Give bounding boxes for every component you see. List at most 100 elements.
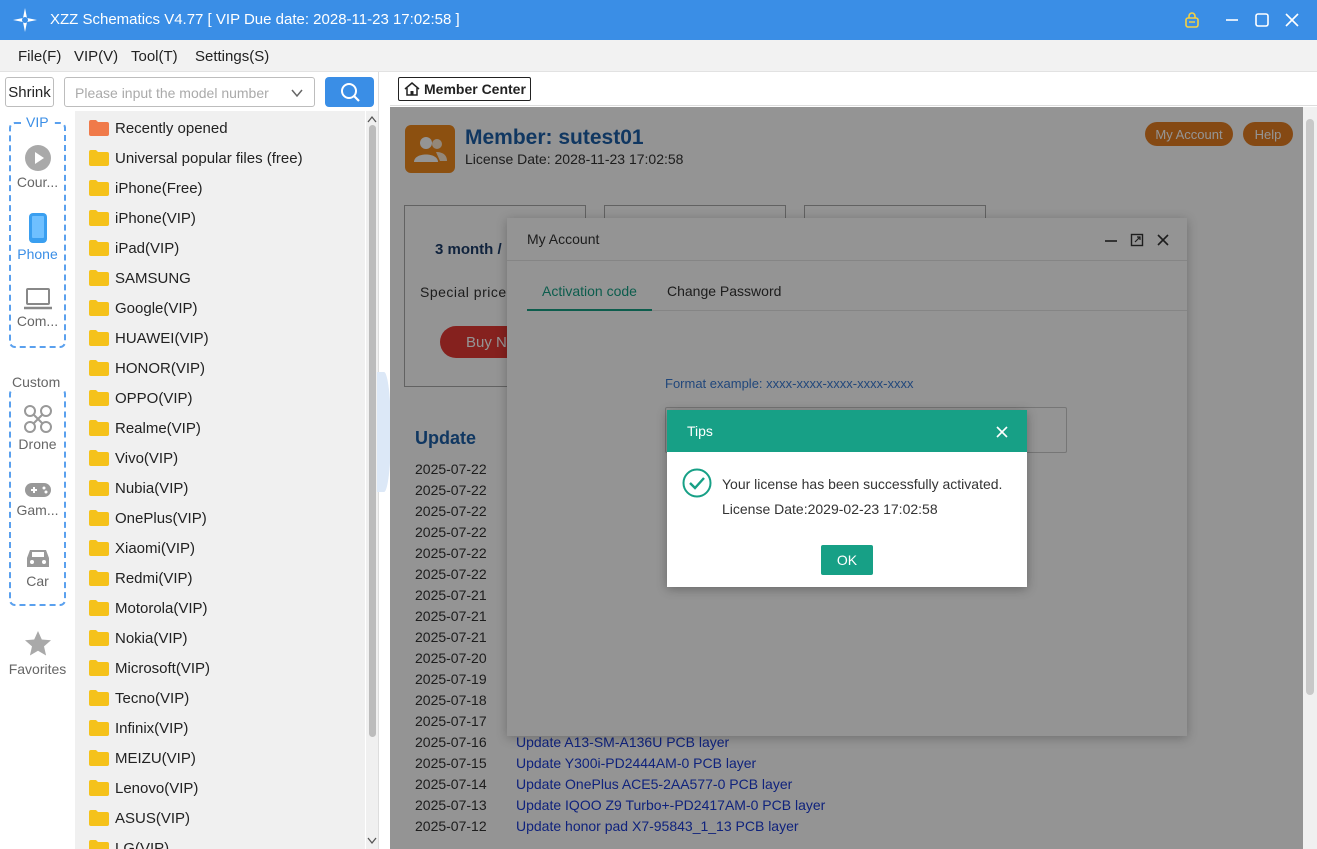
folder-icon xyxy=(89,240,109,256)
tips-message: Your license has been successfully activ… xyxy=(722,476,1003,492)
tree-item-label: iPad(VIP) xyxy=(115,239,180,257)
vip-group-label: VIP xyxy=(24,114,51,130)
maximize-icon[interactable] xyxy=(1250,8,1274,32)
ok-button[interactable]: OK xyxy=(821,545,873,575)
nav-item-drone[interactable]: Drone xyxy=(0,404,75,452)
tree-item-label: MEIZU(VIP) xyxy=(115,749,196,767)
folder-icon xyxy=(89,480,109,496)
tree-item-label: Redmi(VIP) xyxy=(115,569,193,587)
folder-icon xyxy=(89,420,109,436)
folder-icon xyxy=(89,330,109,346)
tips-close-icon[interactable] xyxy=(993,423,1011,441)
tree-item[interactable]: iPhone(VIP) xyxy=(89,203,196,233)
menu-file[interactable]: File(F) xyxy=(18,48,61,65)
folder-icon xyxy=(89,600,109,616)
folder-tree: Recently opened Universal popular files (… xyxy=(75,111,365,849)
nav-item-label: Gam... xyxy=(16,502,59,518)
tree-item[interactable]: MEIZU(VIP) xyxy=(89,743,196,773)
tree-item[interactable]: HUAWEI(VIP) xyxy=(89,323,209,353)
tree-item[interactable]: iPhone(Free) xyxy=(89,173,203,203)
folder-icon xyxy=(89,720,109,736)
nav-item-car[interactable]: Car xyxy=(0,545,75,589)
tab-member-center[interactable]: Member Center xyxy=(398,77,531,101)
tree-item[interactable]: Recently opened xyxy=(89,113,228,143)
tree-item[interactable]: iPad(VIP) xyxy=(89,233,179,263)
search-button[interactable] xyxy=(325,77,374,107)
folder-icon xyxy=(89,510,109,526)
nav-item-phone[interactable]: Phone xyxy=(0,212,75,262)
tree-item-label: Xiaomi(VIP) xyxy=(115,539,196,557)
nav-item-label: Phone xyxy=(17,246,58,262)
tree-item[interactable]: OnePlus(VIP) xyxy=(89,503,207,533)
tree-item-label: LG(VIP) xyxy=(115,839,170,849)
tree-item[interactable]: Nubia(VIP) xyxy=(89,473,188,503)
folder-icon xyxy=(89,690,109,706)
tree-item[interactable]: ASUS(VIP) xyxy=(89,803,190,833)
model-search-box[interactable] xyxy=(64,77,315,107)
scroll-down-icon[interactable] xyxy=(366,835,378,847)
collapse-handle[interactable] xyxy=(377,372,391,492)
menu-settings[interactable]: Settings(S) xyxy=(195,48,269,65)
tree-item-label: Tecno(VIP) xyxy=(115,689,190,707)
tree-item[interactable]: Vivo(VIP) xyxy=(89,443,178,473)
tree-item[interactable]: HONOR(VIP) xyxy=(89,353,205,383)
vip-lock-icon[interactable] xyxy=(1180,8,1204,32)
car-icon xyxy=(26,550,49,567)
star-icon xyxy=(24,631,51,656)
tree-item-label: HUAWEI(VIP) xyxy=(115,329,209,347)
tree-item[interactable]: Google(VIP) xyxy=(89,293,198,323)
app-logo-icon xyxy=(13,8,37,32)
tree-item[interactable]: Redmi(VIP) xyxy=(89,563,193,593)
tree-item[interactable]: Tecno(VIP) xyxy=(89,683,189,713)
nav-item-computer[interactable]: Com... xyxy=(0,287,75,329)
nav-item-course[interactable]: Cour... xyxy=(0,144,75,190)
chevron-down-icon[interactable] xyxy=(290,86,304,100)
menu-vip[interactable]: VIP(V) xyxy=(74,48,118,65)
nav-item-label: Cour... xyxy=(16,174,59,190)
tree-item[interactable]: Xiaomi(VIP) xyxy=(89,533,195,563)
content-scrollbar[interactable] xyxy=(1303,107,1317,849)
tree-item-label: Realme(VIP) xyxy=(115,419,201,437)
folder-icon xyxy=(89,660,109,676)
model-search-input[interactable] xyxy=(73,83,283,103)
tree-item[interactable]: Realme(VIP) xyxy=(89,413,201,443)
folder-icon xyxy=(89,570,109,586)
tree-item-label: iPhone(Free) xyxy=(115,179,203,197)
nav-item-label: Car xyxy=(26,573,49,589)
folder-icon xyxy=(89,300,109,316)
tree-item[interactable]: OPPO(VIP) xyxy=(89,383,193,413)
folder-icon xyxy=(89,210,109,226)
tree-item[interactable]: Motorola(VIP) xyxy=(89,593,208,623)
shrink-button[interactable]: Shrink xyxy=(5,77,54,107)
folder-icon xyxy=(89,180,109,196)
folder-icon xyxy=(89,780,109,796)
tree-item[interactable]: Nokia(VIP) xyxy=(89,623,188,653)
folder-icon xyxy=(89,750,109,766)
tree-item-label: Vivo(VIP) xyxy=(115,449,179,467)
nav-item-game[interactable]: Gam... xyxy=(0,480,75,518)
tree-item[interactable]: SAMSUNG xyxy=(89,263,191,293)
success-check-icon xyxy=(682,468,712,498)
tree-item[interactable]: Universal popular files (free) xyxy=(89,143,303,173)
scrollbar-thumb[interactable] xyxy=(369,125,376,737)
tree-item[interactable]: Infinix(VIP) xyxy=(89,713,188,743)
menu-bar: File(F) VIP(V) Tool(T) Settings(S) xyxy=(0,40,1317,72)
gamepad-icon xyxy=(24,483,51,497)
folder-icon xyxy=(89,360,109,376)
tree-item[interactable]: Microsoft(VIP) xyxy=(89,653,210,683)
panel-splitter[interactable] xyxy=(377,72,391,849)
tree-item-label: Google(VIP) xyxy=(115,299,198,317)
close-icon[interactable] xyxy=(1280,8,1304,32)
menu-tool[interactable]: Tool(T) xyxy=(131,48,178,65)
nav-item-favorites[interactable]: Favorites xyxy=(0,629,75,677)
tree-item[interactable]: Lenovo(VIP) xyxy=(89,773,198,803)
laptop-icon xyxy=(23,288,52,310)
scrollbar-thumb[interactable] xyxy=(1306,119,1314,695)
minimize-icon[interactable] xyxy=(1220,8,1244,32)
folder-icon xyxy=(89,810,109,826)
nav-item-label: Favorites xyxy=(8,661,67,677)
scroll-up-icon[interactable] xyxy=(366,113,378,125)
tree-item[interactable]: LG(VIP) xyxy=(89,833,169,849)
drone-icon xyxy=(23,405,52,433)
tips-dialog: Tips Your license has been successfully … xyxy=(667,410,1027,587)
